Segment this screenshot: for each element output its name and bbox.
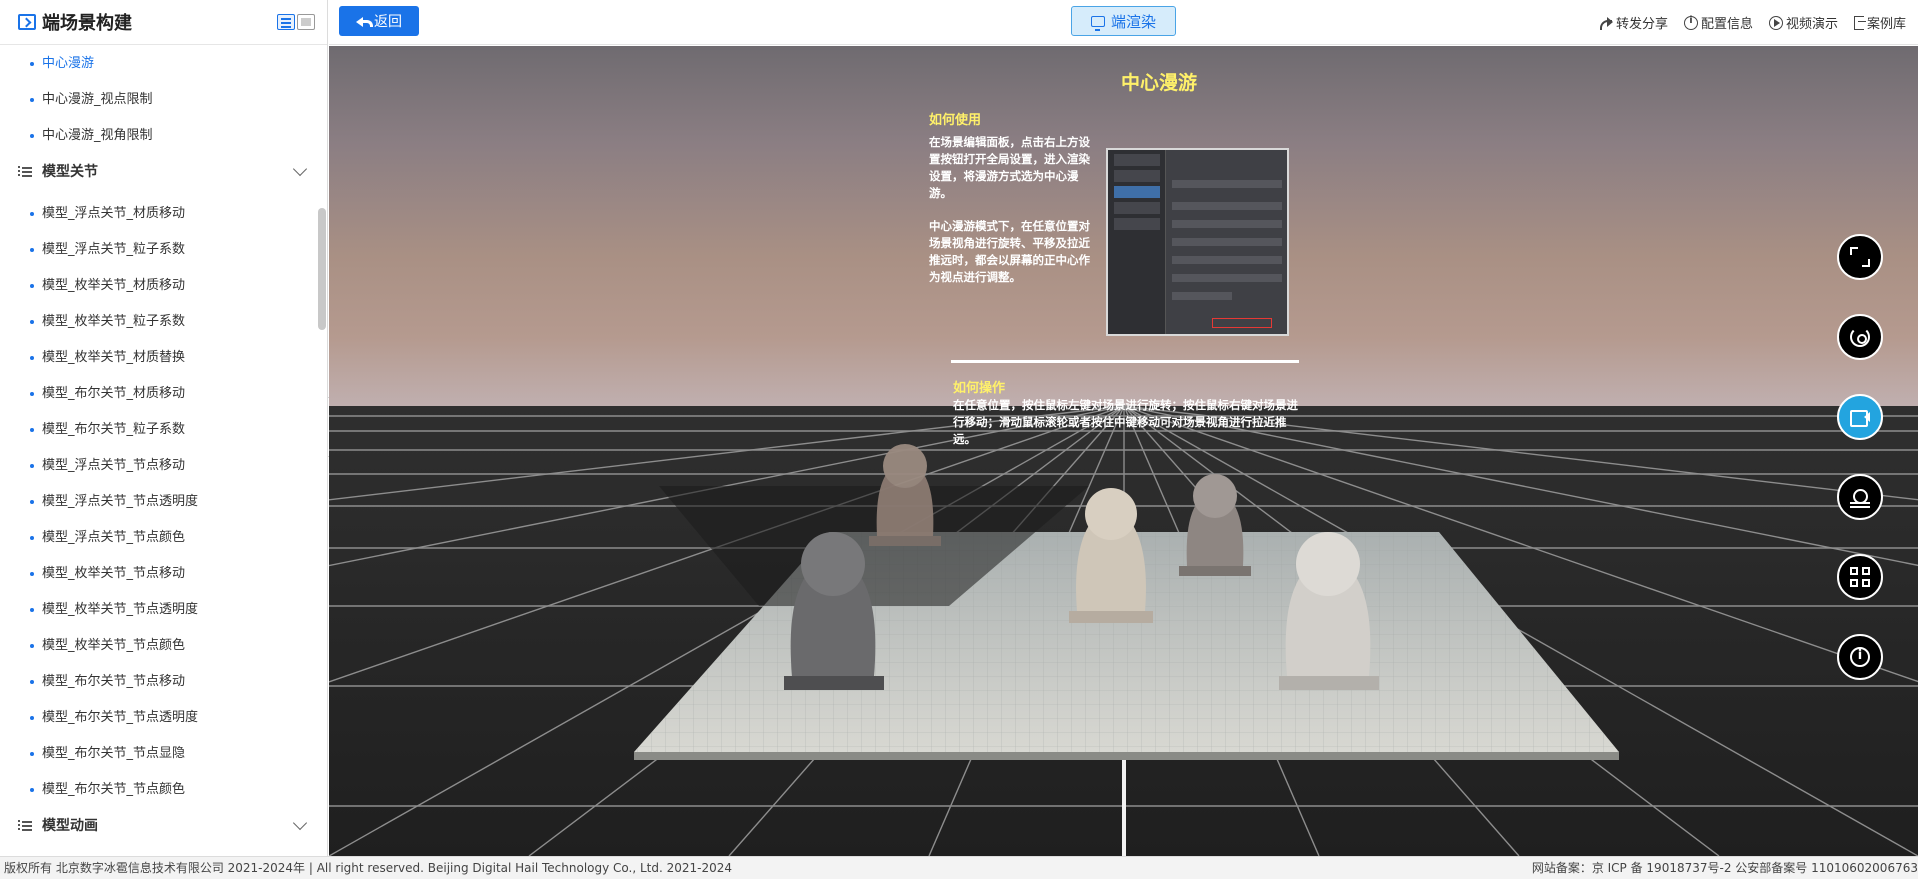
list-item[interactable]: 模型_布尔关节_节点移动 — [0, 664, 317, 700]
list-item[interactable]: 模型_枚举关节_节点透明度 — [0, 592, 317, 628]
group-model-joints[interactable]: 模型关节 — [0, 154, 317, 190]
instruction-panel: 中心漫游 如何使用 在场景编辑面板，点击右上方设置按钮打开全局设置，进入渲染设置… — [929, 62, 1309, 336]
fullscreen-button[interactable] — [1837, 234, 1883, 280]
weather-icon — [1850, 487, 1870, 507]
share-button[interactable]: 转发分享 — [1599, 13, 1668, 32]
usage-heading: 如何使用 — [929, 113, 982, 128]
group-label: 模型关节 — [42, 164, 98, 180]
sidebar: 端场景构建 中心漫游 中心漫游_视点限制 中心漫游_视角限制 模型关节 模型_浮… — [0, 0, 328, 856]
back-label: 返回 — [374, 14, 402, 30]
sidebar-scrollbar[interactable] — [318, 208, 326, 330]
video-demo-button[interactable]: 视频演示 — [1768, 13, 1838, 32]
sidebar-title: 端场景构建 — [42, 13, 132, 34]
client-render-button[interactable]: 端渲染 — [1071, 6, 1176, 36]
chevron-down-icon[interactable] — [292, 815, 308, 831]
play-icon — [1768, 15, 1783, 30]
sidebar-list: 中心漫游 中心漫游_视点限制 中心漫游_视角限制 模型关节 模型_浮点关节_材质… — [0, 46, 317, 856]
screenshot-nav — [1108, 150, 1166, 334]
fullscreen-icon — [1850, 247, 1870, 267]
camera-button[interactable] — [1837, 394, 1883, 440]
back-arrow-icon — [356, 15, 373, 27]
list-item[interactable]: 模型_枚举关节_材质替换 — [0, 340, 317, 376]
scene-viewport[interactable]: 中心漫游 如何使用 在场景编辑面板，点击右上方设置按钮打开全局设置，进入渲染设置… — [329, 46, 1918, 856]
list-item[interactable]: 模型_枚举关节_节点移动 — [0, 556, 317, 592]
top-bar: 返回 端渲染 转发分享 配置信息 视频演示 案例库 — [329, 0, 1918, 45]
chevron-down-icon[interactable] — [292, 161, 308, 177]
settings-screenshot — [1106, 148, 1289, 336]
sidebar-item-center-roam-angle[interactable]: 中心漫游_视角限制 — [0, 118, 317, 154]
exit-icon — [1853, 15, 1866, 30]
camera-icon — [1850, 407, 1870, 427]
list-view-icon[interactable] — [277, 14, 295, 30]
grid-button[interactable] — [1837, 554, 1883, 600]
top-actions: 转发分享 配置信息 视频演示 案例库 — [1599, 0, 1906, 45]
config-label: 配置信息 — [1700, 17, 1753, 32]
operate-paragraph: 在任意位置，按住鼠标左键对场景进行旋转；按住鼠标右键对场景进行移动；滑动鼠标滚轮… — [953, 398, 1298, 446]
footer: 版权所有 北京数字冰雹信息技术有限公司 2021-2024年 | All rig… — [0, 856, 1918, 879]
scene-toolbar — [1837, 234, 1883, 680]
list-icon — [18, 166, 32, 178]
share-icon — [1599, 16, 1613, 30]
render-label: 端渲染 — [1110, 12, 1156, 31]
sidebar-item-center-roam[interactable]: 中心漫游 — [0, 46, 317, 82]
info-button[interactable] — [1837, 634, 1883, 680]
video-label: 视频演示 — [1785, 17, 1838, 32]
list-item[interactable]: 模型_浮点关节_粒子系数 — [0, 232, 317, 268]
list-item[interactable]: 模型_浮点关节_节点颜色 — [0, 520, 317, 556]
back-button[interactable]: 返回 — [339, 6, 419, 36]
grid-icon — [1850, 567, 1870, 587]
view-toggle — [277, 14, 315, 30]
usage-paragraph-2: 中心漫游模式下，在任意位置对场景视角进行旋转、平移及拉近推远时，都会以屏幕的正中… — [929, 219, 1090, 284]
weather-button[interactable] — [1837, 474, 1883, 520]
list-item[interactable]: 模型_布尔关节_节点颜色 — [0, 772, 317, 808]
terminal-icon — [18, 14, 36, 30]
highlight-box — [1212, 318, 1272, 328]
list-item[interactable]: 模型_浮点关节_节点透明度 — [0, 484, 317, 520]
info-icon — [1683, 15, 1698, 30]
share-label: 转发分享 — [1615, 17, 1668, 32]
copyright-text: 版权所有 北京数字冰雹信息技术有限公司 2021-2024年 | All rig… — [4, 861, 733, 875]
list-item[interactable]: 模型_枚举关节_材质移动 — [0, 268, 317, 304]
list-item[interactable]: 模型_浮点关节_节点移动 — [0, 448, 317, 484]
list-item[interactable]: 模型_枚举关节_节点颜色 — [0, 628, 317, 664]
rotate-icon — [1850, 327, 1870, 347]
list-item[interactable]: 模型_布尔关节_节点显隐 — [0, 736, 317, 772]
group-label: 模型动画 — [42, 818, 98, 834]
scene-title: 中心漫游 — [1120, 72, 1197, 94]
list-item[interactable]: 模型_布尔关节_材质移动 — [0, 376, 317, 412]
list-item[interactable]: 模型_布尔关节_粒子系数 — [0, 412, 317, 448]
case-library-button[interactable]: 案例库 — [1853, 13, 1906, 32]
info-icon — [1850, 647, 1870, 667]
group-model-animation[interactable]: 模型动画 — [0, 808, 317, 844]
list-item[interactable]: 模型_枚举关节_粒子系数 — [0, 304, 317, 340]
cases-label: 案例库 — [1866, 17, 1906, 32]
icp-text[interactable]: 网站备案：京 ICP 备 19018737号-2 公安部备案号 11010602… — [1532, 857, 1918, 879]
operate-heading: 如何操作 — [953, 381, 1006, 396]
list-item[interactable]: 模型_浮点关节_材质移动 — [0, 196, 317, 232]
monitor-icon — [1090, 15, 1105, 31]
usage-paragraph-1: 在场景编辑面板，点击右上方设置按钮打开全局设置，进入渲染设置，将漫游方式选为中心… — [929, 135, 1090, 200]
card-view-icon[interactable] — [297, 14, 315, 30]
list-icon — [18, 820, 32, 832]
sidebar-header: 端场景构建 — [0, 0, 327, 45]
list-item[interactable]: 模型_布尔关节_节点透明度 — [0, 700, 317, 736]
sidebar-item-center-roam-viewpoint[interactable]: 中心漫游_视点限制 — [0, 82, 317, 118]
config-info-button[interactable]: 配置信息 — [1683, 13, 1753, 32]
divider — [951, 360, 1299, 363]
rotate-button[interactable] — [1837, 314, 1883, 360]
